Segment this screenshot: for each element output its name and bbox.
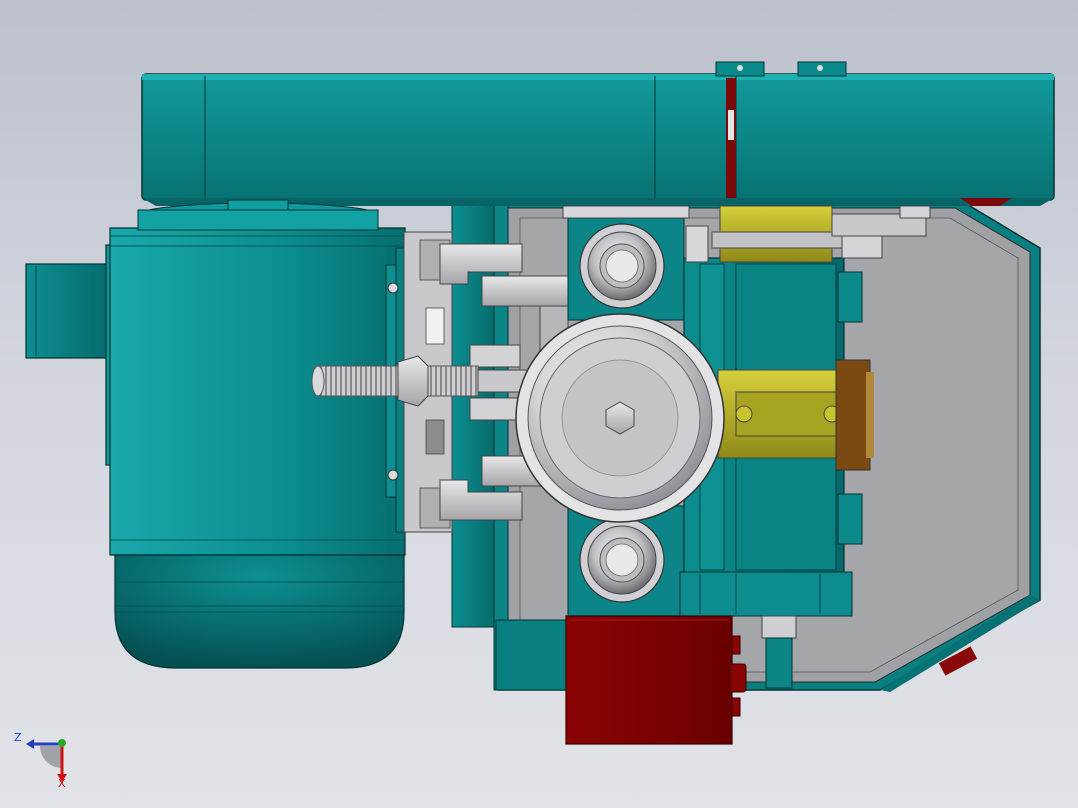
motor-junction-box — [25, 263, 117, 359]
y-axis-dot — [58, 739, 66, 747]
cable-gland — [729, 663, 747, 693]
z-axis-label: Z — [14, 731, 22, 744]
bearing-block-upper[interactable] — [562, 205, 690, 321]
electric-motor[interactable] — [25, 199, 415, 669]
hex-nut — [397, 355, 429, 407]
cad-viewport[interactable]: Z X — [0, 0, 1078, 808]
brake-pad — [835, 359, 871, 471]
control-box[interactable] — [565, 615, 747, 745]
drive-pulley[interactable] — [515, 313, 725, 523]
axis-triad — [26, 739, 67, 782]
cad-model-view[interactable] — [0, 0, 1078, 808]
cross-arm[interactable] — [717, 359, 874, 471]
x-axis-label: X — [58, 777, 66, 790]
belt-guard[interactable] — [141, 61, 1055, 206]
